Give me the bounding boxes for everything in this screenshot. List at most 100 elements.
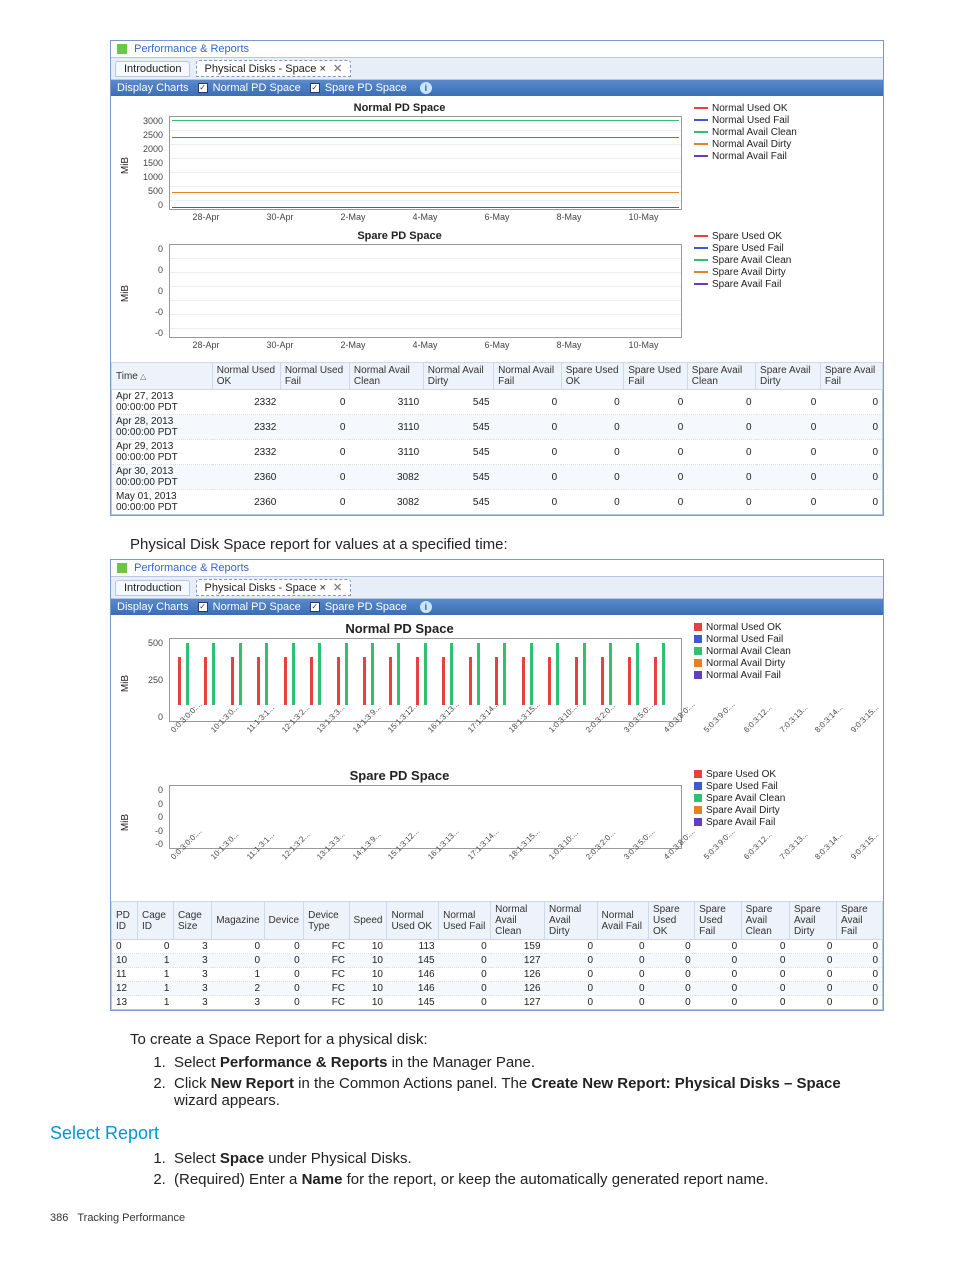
- performance-reports-panel-1: Performance & Reports Introduction Physi…: [110, 40, 884, 516]
- table-row[interactable]: 101300FC1014501270000000: [112, 954, 883, 968]
- cell: 3: [173, 968, 211, 982]
- tab-physical-disks-space[interactable]: Physical Disks - Space × ✕: [196, 60, 352, 77]
- cell: 0: [695, 996, 742, 1010]
- legend-item: Normal Avail Fail: [694, 670, 804, 681]
- cell: 545: [423, 440, 493, 465]
- cell: 0: [624, 390, 688, 415]
- close-icon[interactable]: ✕: [333, 63, 342, 75]
- cell: 113: [387, 940, 439, 954]
- cell: 0: [624, 440, 688, 465]
- col-header[interactable]: Normal Avail Dirty: [423, 363, 493, 390]
- col-header[interactable]: Spare Avail Fail: [836, 902, 882, 940]
- col-header[interactable]: Normal Used OK: [387, 902, 439, 940]
- cell: 0: [545, 982, 598, 996]
- table-row[interactable]: May 01, 2013 00:00:00 PDT236003082545000…: [112, 490, 883, 515]
- col-header[interactable]: Time △: [112, 363, 213, 390]
- legend-swatch: [694, 647, 702, 655]
- col-header[interactable]: Normal Avail Clean: [349, 363, 423, 390]
- col-header[interactable]: Normal Used Fail: [280, 363, 349, 390]
- cell: 2: [212, 982, 264, 996]
- cell: 0: [836, 954, 882, 968]
- col-header[interactable]: Normal Avail Clean: [491, 902, 545, 940]
- col-header[interactable]: Magazine: [212, 902, 264, 940]
- legend-label: Normal Used OK: [712, 103, 788, 114]
- table-row[interactable]: 111310FC1014601260000000: [112, 968, 883, 982]
- cell: 127: [491, 996, 545, 1010]
- close-icon[interactable]: ✕: [333, 582, 342, 594]
- info-icon[interactable]: i: [420, 82, 432, 94]
- col-header[interactable]: Speed: [349, 902, 387, 940]
- legend-label: Spare Used OK: [706, 769, 776, 780]
- col-header[interactable]: Device: [264, 902, 304, 940]
- col-header[interactable]: Normal Used OK: [212, 363, 280, 390]
- table-row[interactable]: 00300FC1011301590000000: [112, 940, 883, 954]
- cell: 0: [649, 954, 695, 968]
- legend-swatch: [694, 235, 708, 237]
- cell: 0: [494, 415, 562, 440]
- cb-label-normal: Normal PD Space: [213, 82, 301, 94]
- chart-title: Spare PD Space: [117, 768, 682, 783]
- table-row[interactable]: 131330FC1014501270000000: [112, 996, 883, 1010]
- cell: FC: [304, 954, 349, 968]
- col-header[interactable]: Cage Size: [173, 902, 211, 940]
- table-row[interactable]: 121320FC1014601260000000: [112, 982, 883, 996]
- bar-group: [389, 643, 408, 705]
- cell: 0: [756, 490, 821, 515]
- legend-swatch: [694, 283, 708, 285]
- legend-item: Spare Used OK: [694, 231, 804, 242]
- col-header[interactable]: Normal Avail Fail: [494, 363, 562, 390]
- chart-normal-pd-space-bar: Normal PD Space MiB 5002500 0:0:3:0:0:..…: [117, 621, 877, 738]
- table-row[interactable]: Apr 27, 2013 00:00:00 PDT233203110545000…: [112, 390, 883, 415]
- col-header[interactable]: Spare Avail Dirty: [789, 902, 836, 940]
- legend-item: Normal Avail Clean: [694, 127, 804, 138]
- col-header[interactable]: PD ID: [112, 902, 138, 940]
- cell: 10: [349, 940, 387, 954]
- col-header[interactable]: Spare Used Fail: [624, 363, 688, 390]
- legend-swatch: [694, 659, 702, 667]
- tab-introduction[interactable]: Introduction: [115, 580, 190, 596]
- col-header[interactable]: Spare Avail Fail: [820, 363, 882, 390]
- cell: 0: [494, 440, 562, 465]
- bar-group: [231, 643, 250, 705]
- legend-item: Spare Avail Dirty: [694, 267, 804, 278]
- cell: 10: [349, 954, 387, 968]
- col-header[interactable]: Device Type: [304, 902, 349, 940]
- checkbox-normal-pd-space[interactable]: ✓: [198, 83, 208, 93]
- checkbox-spare-pd-space[interactable]: ✓: [310, 83, 320, 93]
- col-header[interactable]: Normal Avail Dirty: [545, 902, 598, 940]
- tab-physical-disks-space[interactable]: Physical Disks - Space × ✕: [196, 579, 352, 596]
- col-header[interactable]: Spare Used OK: [649, 902, 695, 940]
- cell: 0: [439, 954, 491, 968]
- col-header[interactable]: Spare Avail Clean: [687, 363, 755, 390]
- bar-group: [442, 643, 461, 705]
- col-header[interactable]: Spare Avail Dirty: [756, 363, 821, 390]
- legend-label: Normal Avail Clean: [712, 127, 797, 138]
- cell: 0: [789, 968, 836, 982]
- bar: [495, 657, 498, 705]
- cell: 3110: [349, 415, 423, 440]
- cell: 545: [423, 415, 493, 440]
- tab-label: Physical Disks - Space ×: [205, 63, 326, 75]
- checkbox-normal-pd-space[interactable]: ✓: [198, 602, 208, 612]
- table-row[interactable]: Apr 30, 2013 00:00:00 PDT236003082545000…: [112, 465, 883, 490]
- cell: 545: [423, 490, 493, 515]
- cell: 13: [112, 996, 138, 1010]
- tab-introduction[interactable]: Introduction: [115, 61, 190, 77]
- cell: 146: [387, 982, 439, 996]
- col-header[interactable]: Spare Used OK: [561, 363, 624, 390]
- info-icon[interactable]: i: [420, 601, 432, 613]
- col-header[interactable]: Normal Avail Fail: [597, 902, 648, 940]
- cell: 0: [836, 996, 882, 1010]
- col-header[interactable]: Spare Used Fail: [695, 902, 742, 940]
- table-row[interactable]: Apr 28, 2013 00:00:00 PDT233203110545000…: [112, 415, 883, 440]
- col-header[interactable]: Normal Used Fail: [439, 902, 491, 940]
- table-row[interactable]: Apr 29, 2013 00:00:00 PDT233203110545000…: [112, 440, 883, 465]
- col-header[interactable]: Cage ID: [137, 902, 173, 940]
- bar-group: [495, 643, 514, 705]
- step-2: (Required) Enter a Name for the report, …: [170, 1171, 884, 1188]
- bar: [503, 643, 506, 705]
- checkbox-spare-pd-space[interactable]: ✓: [310, 602, 320, 612]
- y-ticks: 000-0-0: [129, 785, 163, 849]
- col-header[interactable]: Spare Avail Clean: [741, 902, 789, 940]
- cell: 1: [137, 982, 173, 996]
